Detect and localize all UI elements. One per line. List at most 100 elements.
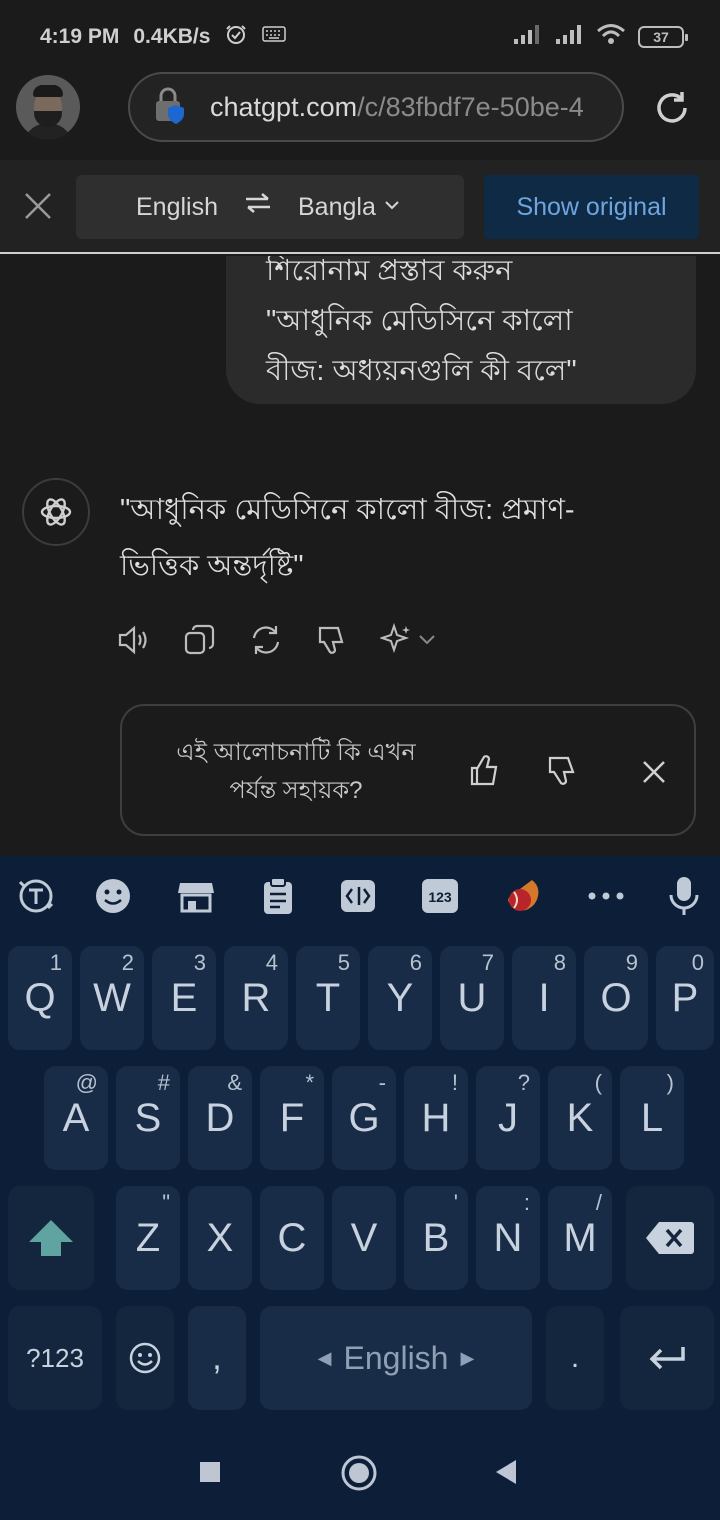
key-g[interactable]: -G bbox=[332, 1066, 396, 1170]
key-f[interactable]: * F bbox=[260, 1066, 324, 1170]
numbers-icon[interactable]: 123 bbox=[420, 876, 460, 916]
key-hint: ' bbox=[453, 1190, 458, 1215]
key-h[interactable]: ! H bbox=[404, 1066, 468, 1170]
keyboard-toolbar: 123 bbox=[0, 856, 720, 936]
key-q[interactable]: 1Q bbox=[8, 946, 72, 1050]
chat-area[interactable]: শিরোনাম প্রস্তাব করুন "আধুনিক মেডিসিনে ক… bbox=[0, 256, 720, 856]
key-b[interactable]: ' B bbox=[404, 1186, 468, 1290]
key-r[interactable]: 4R bbox=[224, 946, 288, 1050]
language-selector[interactable]: English Bangla bbox=[76, 175, 464, 239]
key-label: Q bbox=[24, 975, 56, 1020]
key-s[interactable]: # S bbox=[116, 1066, 180, 1170]
key-y[interactable]: 6Y bbox=[368, 946, 432, 1050]
key-d[interactable]: & D bbox=[188, 1066, 252, 1170]
space-key[interactable]: ◀ English ▶ bbox=[260, 1306, 532, 1410]
regenerate-icon[interactable] bbox=[248, 622, 284, 658]
close-icon[interactable] bbox=[22, 190, 54, 222]
recents-icon[interactable] bbox=[198, 1460, 222, 1489]
feedback-question-line: পর্যন্ত সহায়ক? bbox=[229, 777, 363, 804]
translate-icon[interactable] bbox=[16, 876, 56, 916]
reload-icon[interactable] bbox=[652, 88, 692, 128]
symbols-key[interactable]: ?123 bbox=[8, 1306, 102, 1410]
close-icon[interactable] bbox=[640, 758, 668, 786]
key-label: F bbox=[279, 1095, 305, 1140]
avatar[interactable] bbox=[16, 75, 80, 139]
read-aloud-icon[interactable] bbox=[116, 622, 152, 658]
key-p[interactable]: 0P bbox=[656, 946, 714, 1050]
mic-icon[interactable] bbox=[664, 876, 704, 916]
thumbs-down-icon[interactable] bbox=[314, 622, 350, 658]
key-w[interactable]: 2W bbox=[80, 946, 144, 1050]
key-i[interactable]: 8I bbox=[512, 946, 576, 1050]
show-original-button[interactable]: Show original bbox=[484, 175, 699, 239]
browser-toolbar: chatgpt.com/c/83fbdf7e-50be-4 bbox=[0, 70, 720, 160]
key-m[interactable]: / M bbox=[548, 1186, 612, 1290]
back-icon[interactable] bbox=[494, 1458, 518, 1491]
clipboard-icon[interactable] bbox=[258, 876, 298, 916]
key-n[interactable]: :N bbox=[476, 1186, 540, 1290]
key-label: N bbox=[493, 1215, 523, 1260]
source-language[interactable]: English bbox=[136, 193, 218, 222]
key-hint: 4 bbox=[265, 950, 278, 975]
key-u[interactable]: 7U bbox=[440, 946, 504, 1050]
key-j[interactable]: ? J bbox=[476, 1066, 540, 1170]
more-icon[interactable] bbox=[586, 876, 626, 916]
period-key[interactable]: . bbox=[546, 1306, 604, 1410]
key-a[interactable]: @ A bbox=[44, 1066, 108, 1170]
key-o[interactable]: 9O bbox=[584, 946, 648, 1050]
thumbs-up-icon[interactable] bbox=[468, 752, 502, 788]
key-label: K bbox=[566, 1095, 594, 1140]
shift-icon bbox=[29, 1220, 73, 1256]
sparkle-model-icon[interactable] bbox=[378, 622, 435, 658]
key-k[interactable]: (K bbox=[548, 1066, 612, 1170]
battery-level: 37 bbox=[653, 28, 669, 45]
key-label: E bbox=[170, 975, 198, 1020]
emoji-icon bbox=[129, 1342, 161, 1374]
translate-bar: English Bangla Show original bbox=[0, 160, 720, 254]
key-e[interactable]: 3E bbox=[152, 946, 216, 1050]
shift-key[interactable] bbox=[8, 1186, 94, 1290]
store-icon[interactable] bbox=[176, 876, 216, 916]
key-hint: / bbox=[595, 1190, 602, 1215]
feedback-question-line: এই আলোচনাটি কি এখন bbox=[176, 739, 416, 766]
backspace-key[interactable] bbox=[626, 1186, 714, 1290]
key-hint: 3 bbox=[193, 950, 206, 975]
chevron-down-icon[interactable] bbox=[384, 197, 400, 213]
comma-key[interactable]: , bbox=[188, 1306, 246, 1410]
game-icon[interactable] bbox=[504, 876, 544, 916]
site-security-icon[interactable] bbox=[152, 87, 192, 127]
battery-icon: 37 bbox=[638, 25, 688, 48]
thumbs-down-icon[interactable] bbox=[546, 754, 580, 790]
key-label: M bbox=[563, 1215, 597, 1260]
backspace-icon bbox=[646, 1222, 694, 1254]
assistant-message-line: "আধুনিক মেডিসিনে কালো বীজ: প্রমাণ- bbox=[120, 494, 575, 526]
key-label: T bbox=[315, 975, 341, 1020]
feedback-question: এই আলোচনাটি কি এখন পর্যন্ত সহায়ক? bbox=[152, 734, 440, 810]
target-language[interactable]: Bangla bbox=[298, 193, 376, 222]
emoji-icon[interactable] bbox=[93, 876, 133, 916]
key-hint: # bbox=[157, 1070, 170, 1095]
key-hint: 6 bbox=[409, 950, 422, 975]
key-t[interactable]: 5T bbox=[296, 946, 360, 1050]
user-message: শিরোনাম প্রস্তাব করুন "আধুনিক মেডিসিনে ক… bbox=[226, 256, 696, 404]
watch-icon bbox=[224, 22, 248, 52]
arrow-right-icon: ▶ bbox=[460, 1347, 475, 1368]
status-bar: 4:19 PM 0.4KB/s 37 bbox=[0, 0, 720, 70]
key-c[interactable]: C bbox=[260, 1186, 324, 1290]
network-speed: 0.4KB/s bbox=[133, 25, 211, 48]
wifi-icon bbox=[596, 22, 626, 51]
key-v[interactable]: V bbox=[332, 1186, 396, 1290]
key-l[interactable]: ) L bbox=[620, 1066, 684, 1170]
address-bar[interactable]: chatgpt.com/c/83fbdf7e-50be-4 bbox=[128, 72, 624, 142]
key-z[interactable]: " Z bbox=[116, 1186, 180, 1290]
enter-key[interactable] bbox=[620, 1306, 714, 1410]
home-icon[interactable] bbox=[340, 1454, 378, 1497]
keyboard-icon bbox=[262, 25, 287, 49]
copy-icon[interactable] bbox=[182, 622, 218, 658]
key-hint: 9 bbox=[625, 950, 638, 975]
key-x[interactable]: X bbox=[188, 1186, 252, 1290]
assistant-message: "আধুনিক মেডিসিনে কালো বীজ: প্রমাণ- ভিত্ত… bbox=[120, 482, 680, 594]
text-edit-icon[interactable] bbox=[338, 876, 378, 916]
emoji-key[interactable] bbox=[116, 1306, 174, 1410]
swap-icon[interactable] bbox=[244, 191, 272, 222]
